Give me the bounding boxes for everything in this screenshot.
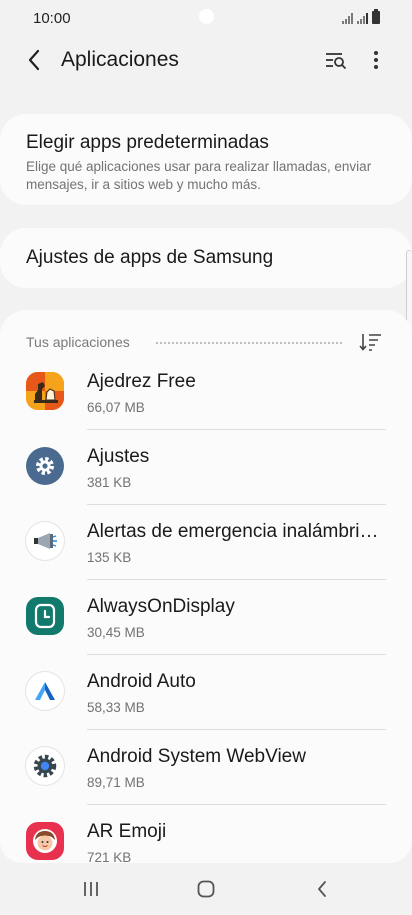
megaphone-icon (26, 522, 64, 560)
settings-gear-icon (26, 447, 64, 485)
samsung-apps-settings-title: Ajustes de apps de Samsung (26, 247, 274, 268)
app-name: Android System WebView (87, 746, 306, 767)
android-auto-icon (26, 672, 64, 710)
your-apps-header: Tus aplicaciones (26, 332, 386, 352)
app-list-item[interactable]: AR Emoji 721 KB (0, 805, 412, 863)
page-title: Aplicaciones (61, 48, 179, 71)
signal-icon (342, 12, 353, 24)
app-list-item[interactable]: AlwaysOnDisplay 30,45 MB (0, 580, 412, 655)
nav-back-button[interactable] (302, 875, 342, 903)
battery-icon (372, 9, 380, 24)
header-divider (156, 342, 342, 344)
app-size: 30,45 MB (87, 625, 145, 640)
app-list-item[interactable]: Ajedrez Free 66,07 MB (0, 355, 412, 430)
sort-button[interactable] (358, 330, 384, 354)
search-list-icon (326, 53, 346, 69)
ar-emoji-icon (26, 822, 64, 860)
status-icons (342, 9, 380, 24)
webview-gear-icon (26, 747, 64, 785)
app-list-item[interactable]: Alertas de emergencia inalámbricas 135 K… (0, 505, 412, 580)
clock-icon (26, 597, 64, 635)
your-apps-header-label: Tus aplicaciones (26, 334, 130, 350)
camera-cutout (199, 9, 214, 24)
app-size: 89,71 MB (87, 775, 145, 790)
recents-icon (84, 882, 98, 896)
app-bar: Aplicaciones (0, 36, 412, 84)
app-size: 721 KB (87, 850, 132, 863)
app-size: 135 KB (87, 550, 132, 565)
default-apps-description: Elige qué aplicaciones usar para realiza… (26, 159, 372, 192)
app-name: Ajedrez Free (87, 371, 196, 392)
recents-button[interactable] (71, 875, 111, 903)
home-icon (197, 880, 215, 898)
status-bar: 10:00 (0, 0, 412, 36)
app-name: Android Auto (87, 671, 196, 692)
app-name: AR Emoji (87, 821, 167, 842)
app-size: 58,33 MB (87, 700, 145, 715)
chess-app-icon (26, 372, 64, 410)
navigation-bar (0, 863, 412, 915)
app-name: Alertas de emergencia inalámbricas (87, 521, 387, 542)
signal-icon (357, 12, 368, 24)
app-list-item[interactable]: Android System WebView 89,71 MB (0, 730, 412, 805)
your-apps-card: Tus aplicaciones Ajedrez Free 66,07 MB A… (0, 310, 412, 863)
default-apps-title: Elegir apps predeterminadas (26, 132, 269, 153)
more-vert-icon (374, 51, 378, 69)
back-button[interactable] (20, 46, 48, 74)
sort-icon (359, 334, 381, 351)
app-size: 66,07 MB (87, 400, 145, 415)
home-button[interactable] (186, 875, 226, 903)
samsung-apps-settings-card[interactable]: Ajustes de apps de Samsung (0, 228, 412, 288)
app-size: 381 KB (87, 475, 132, 490)
app-name: AlwaysOnDisplay (87, 596, 235, 617)
app-list-item[interactable]: Android Auto 58,33 MB (0, 655, 412, 730)
app-name: Ajustes (87, 446, 150, 467)
back-icon (318, 881, 326, 897)
more-options-button[interactable] (364, 46, 388, 74)
app-list-item[interactable]: Ajustes 381 KB (0, 430, 412, 505)
default-apps-card[interactable]: Elegir apps predeterminadas Elige qué ap… (0, 114, 412, 205)
search-button[interactable] (322, 46, 350, 74)
back-arrow-icon (28, 49, 40, 71)
status-time: 10:00 (33, 10, 71, 27)
